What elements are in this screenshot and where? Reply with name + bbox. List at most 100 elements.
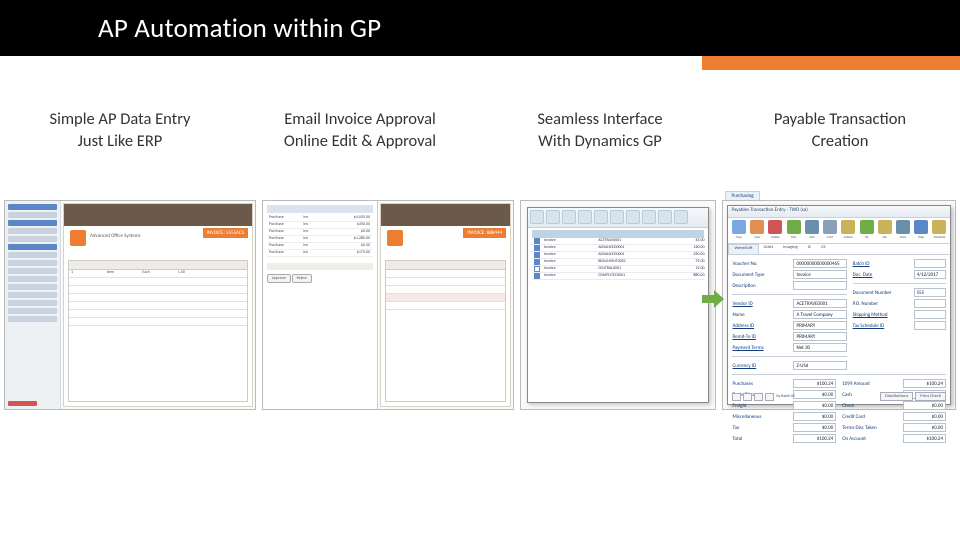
col-3-line1: Seamless Interface [485,108,715,130]
field-value[interactable]: A Travel Company [793,310,846,319]
field-label: Doc. Date [853,272,911,278]
field-value[interactable] [914,321,946,330]
field-value[interactable] [914,299,946,308]
col-4-line1: Payable Transaction [725,108,955,130]
distributions-button[interactable]: Distributions [880,392,913,401]
approval-preview: INVOICE: 888444 [378,201,513,409]
amount-value[interactable]: $0.00 [903,423,946,432]
approval-row[interactable]: PurchaseInv$4,035.00 [267,215,373,222]
ribbon-save[interactable]: Save [731,220,746,241]
field-value[interactable] [793,281,846,290]
field-value[interactable]: ACETRAVE0001 [793,299,846,308]
ribbon-file[interactable]: File [877,220,892,241]
nav-first-icon[interactable] [732,393,741,401]
amount-label: Miscellaneous [732,414,790,420]
field-value[interactable]: PRIMARY [793,321,846,330]
ribbon-post[interactable]: Post [786,220,801,241]
amount-value[interactable]: $100.24 [793,379,836,388]
row-checkbox[interactable] [534,266,540,272]
amount-value[interactable]: $0.00 [793,423,836,432]
row-checkbox[interactable] [534,238,540,244]
field-value[interactable]: 00000000000000465 [793,259,846,268]
column-headings: Simple AP Data Entry Just Like ERP Email… [0,108,960,153]
invoice-number-badge: INVOICE: 5555ACS [203,228,248,238]
col-1-line2: Just Like ERP [5,130,235,152]
field-label: Currency ID [732,363,790,369]
row-checkbox[interactable] [534,259,540,265]
gp-grid-row[interactable]: InvoiceBEAUMONT000175.00 [532,259,704,266]
amount-value[interactable]: $0.00 [793,401,836,410]
title-bar: AP Automation within GP [0,0,960,56]
tab-ce[interactable]: CE [816,244,831,254]
row-checkbox[interactable] [534,245,540,251]
field-value[interactable]: Z-US$ [793,361,846,370]
nav-last-icon[interactable] [765,393,774,401]
field-value[interactable] [914,259,946,268]
field-value[interactable]: 4/12/2017 [914,270,946,279]
approval-row[interactable]: PurchaseInv$1,280.00 [267,236,373,243]
tab-imaging[interactable]: Imaging [778,244,803,254]
tab-wennsoft[interactable]: WennSoft [728,244,758,254]
invoice-preview: INVOICE: 5555ACS Advanced Office Systems… [63,203,253,407]
field-label: Address ID [732,323,790,329]
col-2-line1: Email Invoice Approval [245,108,475,130]
amount-value[interactable]: $0.00 [793,412,836,421]
amount-value[interactable]: $0.00 [903,412,946,421]
ribbon-tools[interactable]: Tools [895,220,910,241]
field-value[interactable] [914,310,946,319]
amount-value[interactable]: $100.24 [903,379,946,388]
shot-payable-entry: Purchasing Payables Transaction Entry - … [722,200,956,410]
field-value[interactable]: PRIMARY [793,332,846,341]
field-label: Batch ID [853,261,911,267]
tab-lean[interactable]: LEAN [759,244,779,254]
field-value[interactable]: 555 [914,288,946,297]
gp-grid-row[interactable]: InvoiceADVANCED0001350.00 [532,252,704,259]
field-label: Payment Terms [732,345,790,351]
nav-prev-icon[interactable] [743,393,752,401]
payable-form: Voucher No.00000000000000465Document Typ… [732,258,946,390]
tab-ic[interactable]: IC [803,244,817,254]
ribbon-delete[interactable]: Delete [768,220,783,241]
field-value[interactable]: Invoice [793,270,846,279]
field-value[interactable]: Net 30 [793,343,846,352]
field-label: Description [732,283,790,289]
amount-label: Freight [732,403,790,409]
ribbon-help[interactable]: Help [914,220,929,241]
field-label: Voucher No. [732,261,790,267]
gp-grid-row[interactable]: InvoiceADVANCED0001120.00 [532,245,704,252]
col-1-line1: Simple AP Data Entry [5,108,235,130]
approval-row[interactable]: PurchaseInv$0.20 [267,243,373,250]
payable-window: Payables Transaction Entry - TWO (sa) Sa… [727,205,951,405]
ribbon-actions[interactable]: Actions [841,220,856,241]
col-4-line2: Creation [725,130,955,152]
row-checkbox[interactable] [534,252,540,258]
print-check-button[interactable]: Print Check [915,392,946,401]
field-label: Remit-To ID [732,334,790,340]
gp-grid-row[interactable]: InvoiceCOMPUTEC0001880.00 [532,273,704,280]
amount-value[interactable]: $0.00 [903,401,946,410]
ribbon-ok[interactable]: OK [859,220,874,241]
ribbon-clear[interactable]: Clear [750,220,765,241]
approve-button[interactable]: Approve [267,274,291,283]
ribbon-void[interactable]: Void [804,220,819,241]
row-checkbox[interactable] [534,273,540,279]
ribbon-print[interactable]: Print [823,220,838,241]
approval-row[interactable]: PurchaseInv$175.00 [267,250,373,257]
flow-arrow-icon [702,290,724,308]
payable-footer: by Batch ID Distributions Print Check [732,391,946,402]
gp-grid-row[interactable]: InvoiceCENTRAL000115.00 [532,266,704,273]
amount-value[interactable]: $100.24 [793,434,836,443]
col-1: Simple AP Data Entry Just Like ERP [5,108,235,153]
amount-value[interactable]: $100.24 [903,434,946,443]
reject-button[interactable]: Reject [292,274,312,283]
approval-row[interactable]: PurchaseInv$350.00 [267,222,373,229]
gp-window: InvoiceACETRAV000145.00InvoiceADVANCED00… [527,207,709,403]
ribbon-add-note[interactable]: Add Note [932,220,947,241]
amount-label: On Account [842,436,900,442]
col-4: Payable Transaction Creation [725,108,955,153]
approval-row[interactable]: PurchaseInv$0.00 [267,229,373,236]
slide-title: AP Automation within GP [0,12,381,45]
amount-label: Check [842,403,900,409]
gp-grid-row[interactable]: InvoiceACETRAV000145.00 [532,238,704,245]
nav-next-icon[interactable] [754,393,763,401]
